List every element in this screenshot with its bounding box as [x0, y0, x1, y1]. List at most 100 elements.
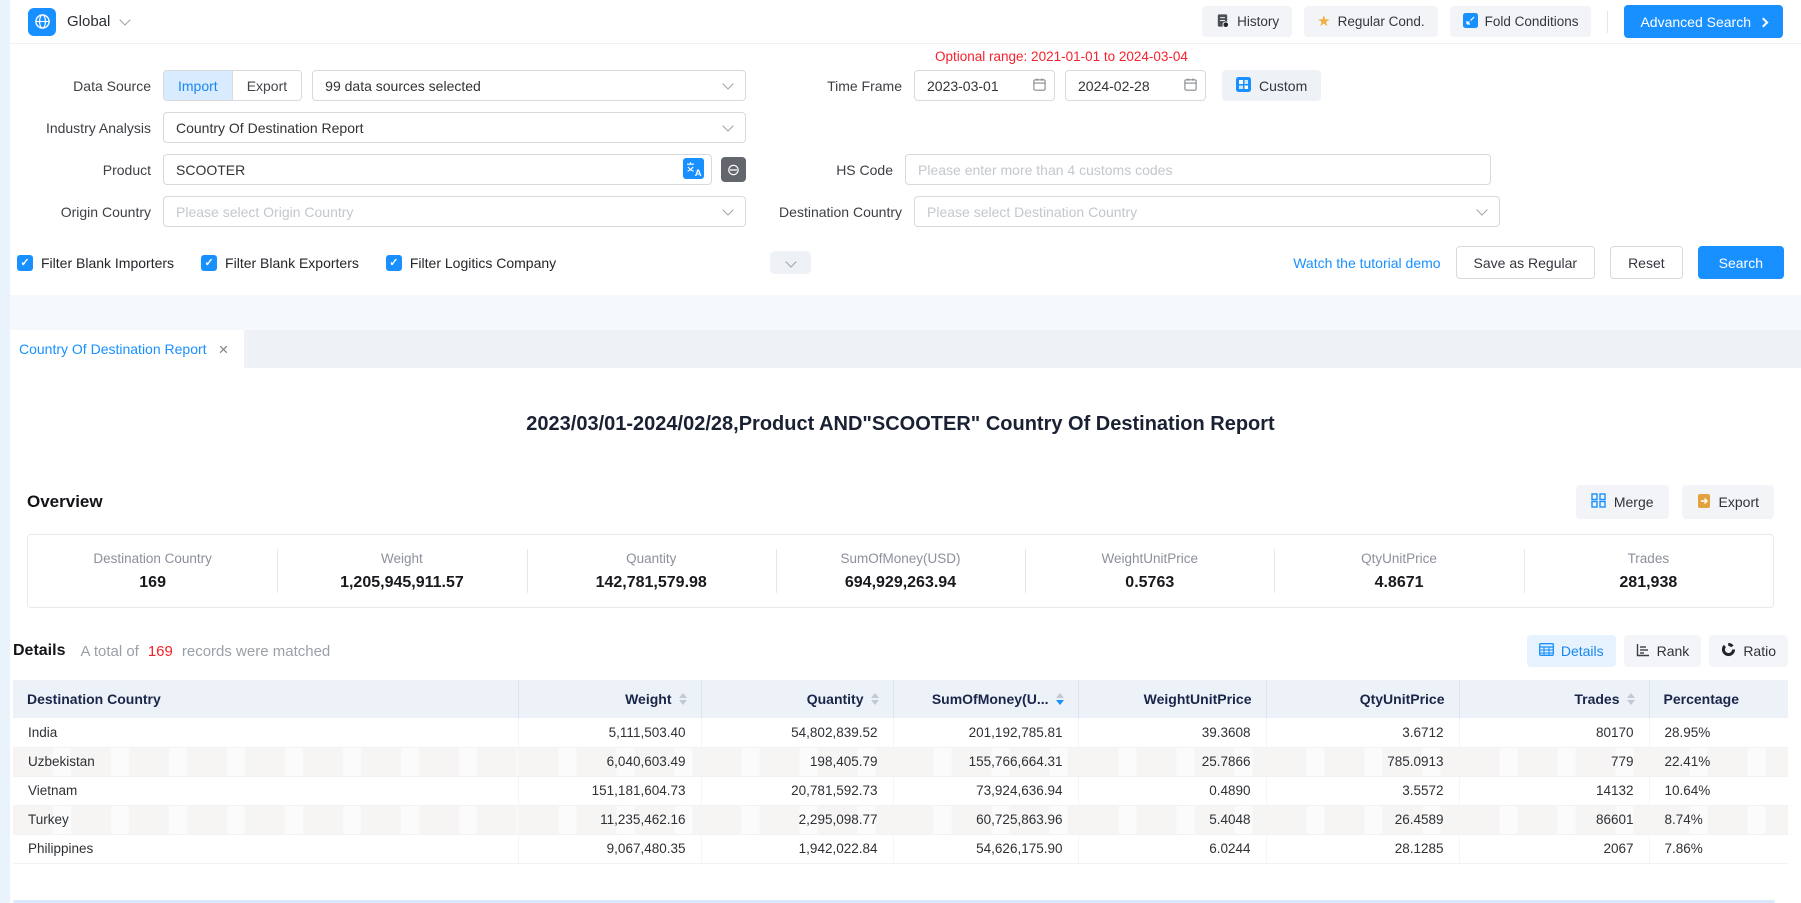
end-date-input[interactable]	[1078, 78, 1183, 94]
start-date-input[interactable]	[927, 78, 1032, 94]
report-content: 2023/03/01-2024/02/28,Product AND"SCOOTE…	[0, 413, 1801, 864]
close-icon[interactable]: ×	[219, 341, 229, 358]
checkbox-filter-logitics-company[interactable]: ✓Filter Logitics Company	[386, 255, 556, 271]
column-header[interactable]: Weight	[518, 680, 701, 718]
sort-icon[interactable]	[871, 693, 879, 705]
view-details-button[interactable]: Details	[1527, 635, 1616, 667]
stat-item: Trades281,938	[1524, 547, 1773, 596]
translate-icon[interactable]: A	[683, 158, 704, 182]
filter-checkboxes: ✓Filter Blank Importers ✓Filter Blank Exp…	[17, 255, 583, 271]
data-sources-select[interactable]: 99 data sources selected	[312, 70, 746, 101]
merge-icon	[1591, 493, 1606, 511]
checkbox-icon[interactable]: ✓	[201, 255, 217, 271]
report-title: 2023/03/01-2024/02/28,Product AND"SCOOTE…	[0, 413, 1801, 436]
table-cell: Philippines	[13, 834, 518, 863]
export-button[interactable]: Export	[1682, 485, 1774, 519]
custom-icon	[1236, 77, 1251, 95]
page-left-margin	[0, 0, 10, 903]
custom-range-button[interactable]: Custom	[1222, 70, 1321, 101]
save-as-regular-button[interactable]: Save as Regular	[1456, 246, 1596, 279]
sort-icon[interactable]	[679, 693, 687, 705]
top-actions: History ★ Regular Cond. Fold Conditions …	[1202, 5, 1783, 38]
column-label: Quantity	[807, 691, 864, 707]
table-cell: 28.95%	[1649, 718, 1788, 747]
hs-code-field[interactable]	[905, 154, 1491, 185]
history-button[interactable]: History	[1202, 6, 1292, 37]
view-ratio-button[interactable]: Ratio	[1709, 635, 1788, 667]
column-header[interactable]: Trades	[1459, 680, 1649, 718]
end-date-field[interactable]	[1065, 70, 1206, 101]
tab-country-of-destination-report[interactable]: Country Of Destination Report ×	[0, 330, 244, 368]
industry-analysis-select[interactable]: Country Of Destination Report	[163, 112, 746, 143]
destination-country-label: Destination Country	[746, 204, 914, 220]
view-rank-button[interactable]: Rank	[1624, 635, 1702, 667]
region-selector[interactable]: Global	[28, 8, 129, 36]
table-row[interactable]: Vietnam151,181,604.7320,781,592.7373,924…	[13, 776, 1788, 805]
checkbox-filter-blank-importers[interactable]: ✓Filter Blank Importers	[17, 255, 174, 271]
stat-value: 281,938	[1524, 574, 1773, 592]
table-cell: Vietnam	[13, 776, 518, 805]
start-date-field[interactable]	[914, 70, 1055, 101]
origin-country-select[interactable]: Please select Origin Country	[163, 196, 746, 227]
stat-item: Quantity142,781,579.98	[527, 547, 776, 596]
import-toggle[interactable]: Import	[164, 71, 232, 100]
chevron-down-icon	[722, 120, 733, 131]
merge-button[interactable]: Merge	[1576, 485, 1669, 519]
table-row[interactable]: India5,111,503.4054,802,839.52201,192,78…	[13, 718, 1788, 747]
stat-value: 142,781,579.98	[527, 574, 776, 592]
table-row[interactable]: Uzbekistan6,040,603.49198,405.79155,766,…	[13, 747, 1788, 776]
overview-header: Overview Merge Export	[0, 485, 1801, 519]
export-toggle[interactable]: Export	[232, 71, 301, 100]
table-cell: 26.4589	[1266, 805, 1459, 834]
table-cell: 3.5572	[1266, 776, 1459, 805]
product-input[interactable]	[176, 162, 683, 178]
search-button[interactable]: Search	[1698, 246, 1784, 279]
stat-label: WeightUnitPrice	[1025, 551, 1274, 566]
details-table: Destination CountryWeightQuantitySumOfMo…	[13, 680, 1788, 864]
table-cell: Turkey	[13, 805, 518, 834]
hs-code-input[interactable]	[918, 162, 1483, 178]
table-header-row: Destination CountryWeightQuantitySumOfMo…	[13, 680, 1788, 718]
data-source-label: Data Source	[12, 78, 163, 94]
table-cell: 2,295,098.77	[701, 805, 893, 834]
data-source-toggle: Import Export	[163, 70, 302, 101]
stat-label: QtyUnitPrice	[1274, 551, 1523, 566]
product-field[interactable]: A	[163, 154, 712, 185]
record-count: 169	[148, 643, 173, 660]
table-cell: 60,725,863.96	[893, 805, 1078, 834]
table-row[interactable]: Philippines9,067,480.351,942,022.8454,62…	[13, 834, 1788, 863]
reset-button[interactable]: Reset	[1610, 246, 1683, 279]
table-cell: 6.0244	[1078, 834, 1266, 863]
table-cell: 1,942,022.84	[701, 834, 893, 863]
table-cell: 6,040,603.49	[518, 747, 701, 776]
region-label: Global	[67, 13, 110, 30]
regular-cond-button[interactable]: ★ Regular Cond.	[1304, 6, 1438, 37]
filter-actions-row: ✓Filter Blank Importers ✓Filter Blank Exp…	[0, 246, 1801, 279]
fold-conditions-button[interactable]: Fold Conditions	[1450, 6, 1592, 37]
collapse-conditions-button[interactable]	[770, 251, 811, 274]
chevron-down-icon	[120, 14, 131, 25]
column-header: QtyUnitPrice	[1266, 680, 1459, 718]
bar-chart-icon	[1636, 643, 1650, 660]
chevron-down-icon	[722, 78, 733, 89]
table-cell: 28.1285	[1266, 834, 1459, 863]
column-header[interactable]: SumOfMoney(U...	[893, 680, 1078, 718]
table-cell: 785.0913	[1266, 747, 1459, 776]
destination-country-select[interactable]: Please select Destination Country	[914, 196, 1500, 227]
table-row[interactable]: Turkey11,235,462.162,295,098.7760,725,86…	[13, 805, 1788, 834]
country-row: Origin Country Please select Origin Coun…	[0, 196, 1801, 227]
results-tab-strip: Country Of Destination Report ×	[0, 330, 1801, 368]
table-cell: 779	[1459, 747, 1649, 776]
checkbox-icon[interactable]: ✓	[17, 255, 33, 271]
tutorial-link[interactable]: Watch the tutorial demo	[1293, 255, 1440, 271]
checkbox-filter-blank-exporters[interactable]: ✓Filter Blank Exporters	[201, 255, 359, 271]
checkbox-icon[interactable]: ✓	[386, 255, 402, 271]
sort-icon[interactable]	[1056, 693, 1064, 705]
sort-icon[interactable]	[1627, 693, 1635, 705]
advanced-search-button[interactable]: Advanced Search	[1624, 5, 1783, 38]
column-header[interactable]: Quantity	[701, 680, 893, 718]
table-cell: 11,235,462.16	[518, 805, 701, 834]
table-cell: 155,766,664.31	[893, 747, 1078, 776]
exclude-search-icon[interactable]: ⊖	[721, 157, 746, 182]
table-cell: 54,802,839.52	[701, 718, 893, 747]
